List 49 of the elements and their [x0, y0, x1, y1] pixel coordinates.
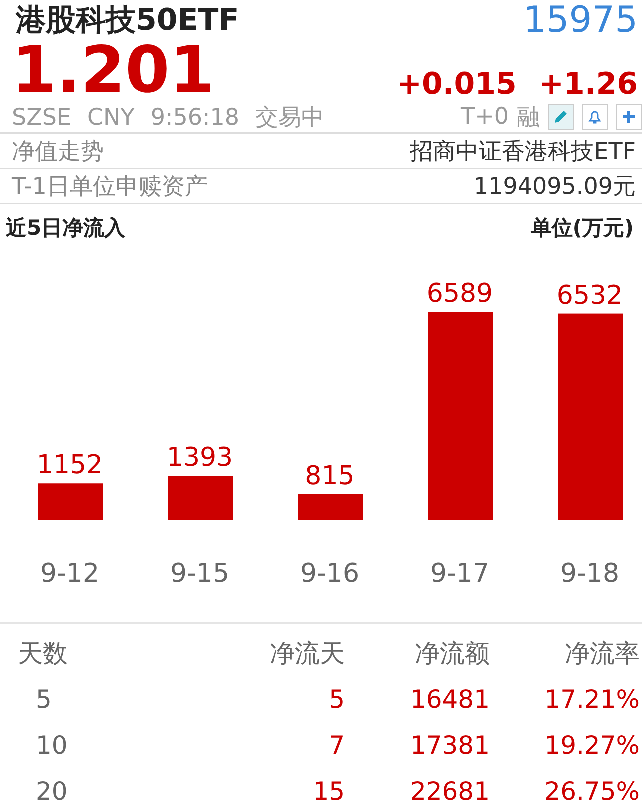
fund-code: 15975: [523, 0, 639, 40]
axis-label: 9-12: [40, 559, 100, 589]
chart-bar: [168, 476, 233, 520]
pencil-icon[interactable]: [548, 104, 574, 130]
axis-label: 9-17: [430, 559, 490, 589]
t-plus-zero: T+0: [461, 104, 509, 130]
chart-bar: [298, 494, 363, 520]
table-cell-text: 16481: [409, 684, 490, 716]
price-change: +0.015: [396, 67, 517, 102]
table-cell-text: 10: [35, 730, 69, 762]
fund-name: 港股科技50ETF: [16, 2, 240, 40]
bar-value-label: 6589: [426, 279, 494, 309]
price: 1.201: [12, 40, 214, 102]
table-cell-text: 20: [35, 776, 69, 804]
exchange: SZSE: [12, 104, 72, 130]
bar-value-label: 6532: [556, 280, 624, 311]
info-value: 招商中证香港科技ETF: [410, 138, 636, 166]
chart-bar: [38, 484, 103, 520]
bar-value-label: 815: [305, 461, 355, 492]
time: 9:56:18: [150, 104, 240, 130]
table-cell-text: 15: [312, 776, 345, 804]
info-value: 1194095.09元: [474, 172, 636, 202]
change-percent: +1.26: [538, 67, 638, 102]
column-header: 净流率: [564, 638, 640, 670]
table-cell-text: 17381: [409, 730, 490, 762]
bell-icon[interactable]: [582, 104, 608, 130]
bar-value-label: 1152: [36, 450, 104, 481]
table-cell-text: 22681: [409, 776, 490, 804]
table-cell-text: 5: [328, 684, 345, 716]
table-cell-text: 17.21%: [544, 684, 640, 716]
column-header: 净流额: [414, 638, 490, 670]
margin-label: 融: [517, 104, 540, 132]
table-cell-text: 19.27%: [544, 730, 640, 762]
unit-label: 单位(万元): [530, 215, 634, 242]
currency: CNY: [88, 104, 135, 130]
info-label: 净值走势: [12, 138, 104, 166]
column-header: 天数: [17, 638, 69, 670]
bar-value-label: 1393: [166, 443, 234, 474]
info-label: T-1日单位申赎资产: [12, 172, 208, 202]
axis-label: 9-15: [170, 559, 230, 589]
table-cell-text: 7: [328, 730, 345, 762]
table-cell-text: 5: [35, 684, 53, 716]
table-cell-text: 26.75%: [544, 776, 640, 804]
trading-status: 交易中: [256, 104, 324, 130]
axis-label: 9-16: [300, 559, 360, 589]
chart-title: 近5日净流入: [6, 215, 126, 242]
column-header: 净流天: [269, 638, 345, 670]
plus-icon[interactable]: [616, 104, 642, 130]
axis-label: 9-18: [560, 559, 620, 589]
